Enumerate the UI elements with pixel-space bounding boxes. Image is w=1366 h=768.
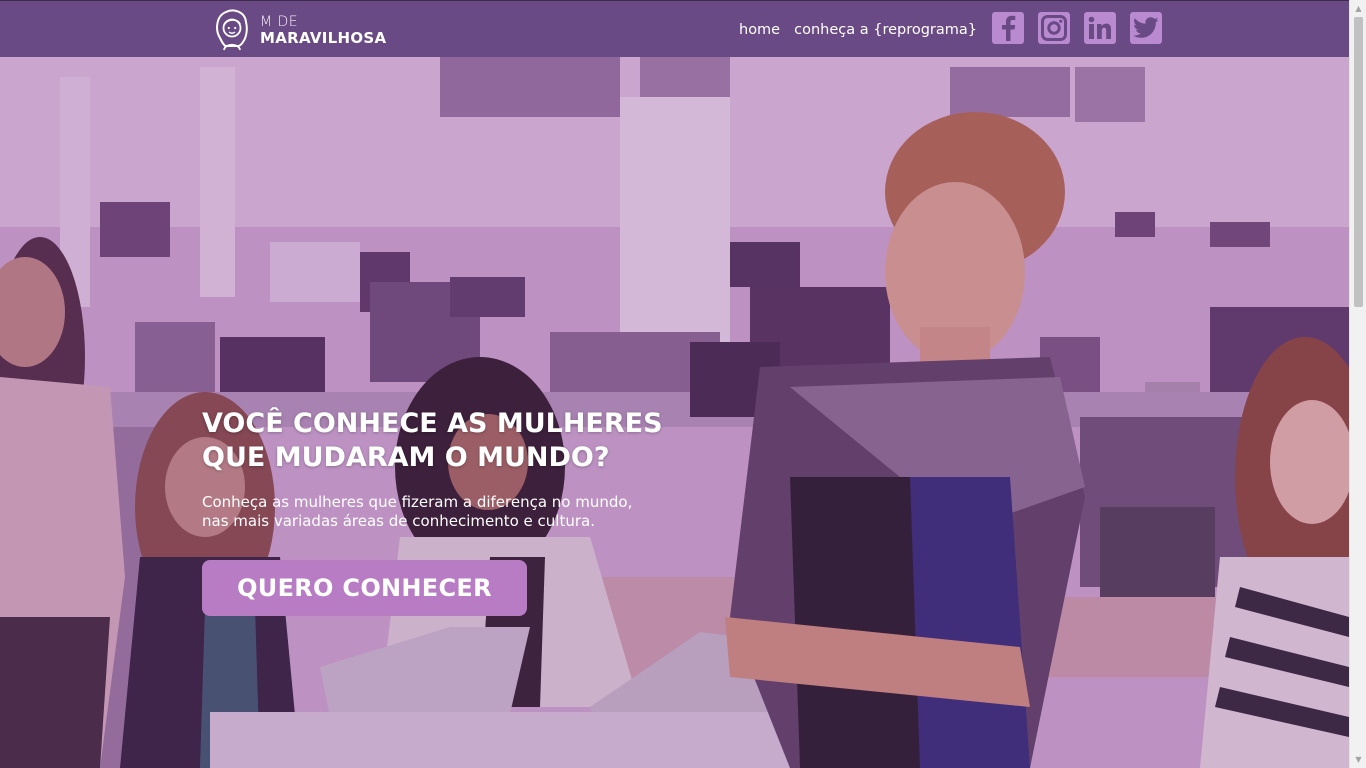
page-scrollbar[interactable]: ▲ ▼ (1349, 0, 1366, 768)
instagram-icon (1041, 15, 1067, 41)
social-links (992, 12, 1162, 44)
brand-line-2: MARAVILHOSA (260, 28, 387, 47)
hero-subtitle: Conheça as mulheres que fizeram a difere… (202, 493, 672, 531)
logo-text: M DE MARAVILHOSA (260, 15, 386, 46)
hero-title-line-1: VOCÊ CONHECE AS MULHERES (202, 408, 663, 439)
main-nav: home conheça a {reprograma} (739, 1, 991, 58)
facebook-icon (1002, 15, 1016, 41)
nav-reprograma-link[interactable]: conheça a {reprograma} (794, 22, 977, 38)
scroll-up-arrow-icon[interactable]: ▲ (1350, 0, 1366, 17)
twitter-icon (1133, 17, 1159, 38)
hero-title: VOCÊ CONHECE AS MULHERES QUE MUDARAM O M… (202, 407, 682, 475)
linkedin-link[interactable] (1084, 12, 1116, 44)
hero-subtitle-line-2: nas mais variadas áreas de conhecimento … (202, 512, 595, 530)
hero-content: VOCÊ CONHECE AS MULHERES QUE MUDARAM O M… (202, 407, 702, 616)
woman-face-icon (216, 9, 248, 51)
twitter-link[interactable] (1130, 12, 1162, 44)
site-header: M DE MARAVILHOSA home conheça a {reprogr… (0, 0, 1349, 57)
brand-line-1: M DE (260, 13, 299, 30)
nav-home-link[interactable]: home (739, 22, 780, 38)
linkedin-icon (1088, 16, 1111, 39)
hero-subtitle-line-1: Conheça as mulheres que fizeram a difere… (202, 493, 633, 511)
logo[interactable]: M DE MARAVILHOSA (212, 7, 386, 53)
facebook-link[interactable] (992, 12, 1024, 44)
hero-title-line-2: QUE MUDARAM O MUNDO? (202, 442, 610, 473)
instagram-link[interactable] (1038, 12, 1070, 44)
quero-conhecer-button[interactable]: QUERO CONHECER (202, 560, 527, 616)
hero-banner: VOCÊ CONHECE AS MULHERES QUE MUDARAM O M… (0, 57, 1349, 768)
scroll-thumb[interactable] (1354, 17, 1363, 307)
scroll-down-arrow-icon[interactable]: ▼ (1350, 751, 1366, 768)
